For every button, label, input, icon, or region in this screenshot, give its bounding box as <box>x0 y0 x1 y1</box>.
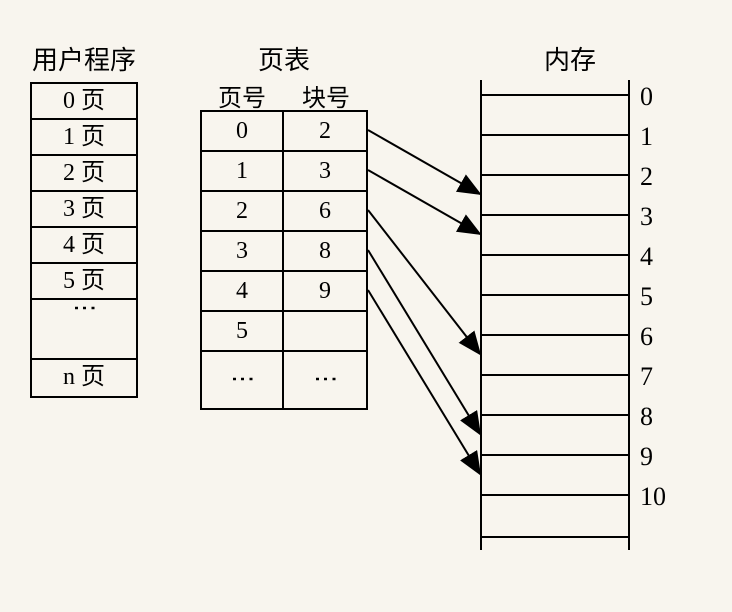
memory-block <box>482 176 628 216</box>
user-row: 1 页 <box>32 120 136 156</box>
memory-label: 9 <box>640 442 653 472</box>
user-row: 2 页 <box>32 156 136 192</box>
mapping-arrow <box>368 290 480 474</box>
mapping-arrow <box>368 250 480 434</box>
page-table-ellipsis: ⋮ ⋮ <box>202 352 366 408</box>
user-program-title: 用户程序 <box>30 40 138 77</box>
page-no-cell: 0 <box>202 112 284 150</box>
memory-label: 8 <box>640 402 653 432</box>
memory-label: 1 <box>640 122 653 152</box>
memory-block <box>482 296 628 336</box>
memory-label: 0 <box>640 82 653 112</box>
memory-title: 内存 <box>530 40 610 77</box>
user-row: 0 页 <box>32 84 136 120</box>
memory-block <box>482 136 628 176</box>
page-table-row: 5 <box>202 312 366 352</box>
mapping-arrow <box>368 210 480 354</box>
memory-open-bottom <box>480 536 630 550</box>
user-program-table: 0 页 1 页 2 页 3 页 4 页 5 页 ⋮ n 页 <box>30 82 138 398</box>
page-table-row: 0 2 <box>202 112 366 152</box>
block-no-cell: 9 <box>284 272 366 310</box>
block-no-cell: 6 <box>284 192 366 230</box>
page-no-cell: 1 <box>202 152 284 190</box>
memory-block <box>482 376 628 416</box>
block-no-cell: 3 <box>284 152 366 190</box>
memory-block <box>482 336 628 376</box>
memory-block <box>482 416 628 456</box>
memory-block <box>482 456 628 496</box>
memory-block <box>482 496 628 536</box>
user-row: 5 页 <box>32 264 136 300</box>
memory-label: 10 <box>640 482 666 512</box>
memory-table <box>480 94 630 538</box>
page-table-row: 3 8 <box>202 232 366 272</box>
memory-label: 2 <box>640 162 653 192</box>
page-table-row: 1 3 <box>202 152 366 192</box>
memory-label: 7 <box>640 362 653 392</box>
page-no-label: 页号 <box>200 78 284 113</box>
page-no-cell: 5 <box>202 312 284 350</box>
page-table-row: 4 9 <box>202 272 366 312</box>
memory-block <box>482 216 628 256</box>
mapping-arrow <box>368 130 480 194</box>
memory-block <box>482 256 628 296</box>
page-table-title: 页表 <box>230 40 338 77</box>
user-row: 4 页 <box>32 228 136 264</box>
block-no-cell: 2 <box>284 112 366 150</box>
memory-label: 6 <box>640 322 653 352</box>
block-no-label: 块号 <box>284 78 368 113</box>
memory-block <box>482 96 628 136</box>
page-table-row: 2 6 <box>202 192 366 232</box>
page-no-cell: 4 <box>202 272 284 310</box>
memory-open-top <box>480 80 630 94</box>
page-no-cell: 3 <box>202 232 284 270</box>
block-no-cell <box>284 312 366 350</box>
memory-label: 3 <box>640 202 653 232</box>
user-row-last: n 页 <box>32 360 136 396</box>
memory-label: 4 <box>640 242 653 272</box>
mapping-arrow <box>368 170 480 234</box>
memory-label: 5 <box>640 282 653 312</box>
page-no-cell: 2 <box>202 192 284 230</box>
user-ellipsis: ⋮ <box>32 300 136 360</box>
page-table: 0 2 1 3 2 6 3 8 4 9 5 ⋮ ⋮ <box>200 110 368 410</box>
block-no-cell: 8 <box>284 232 366 270</box>
user-row: 3 页 <box>32 192 136 228</box>
